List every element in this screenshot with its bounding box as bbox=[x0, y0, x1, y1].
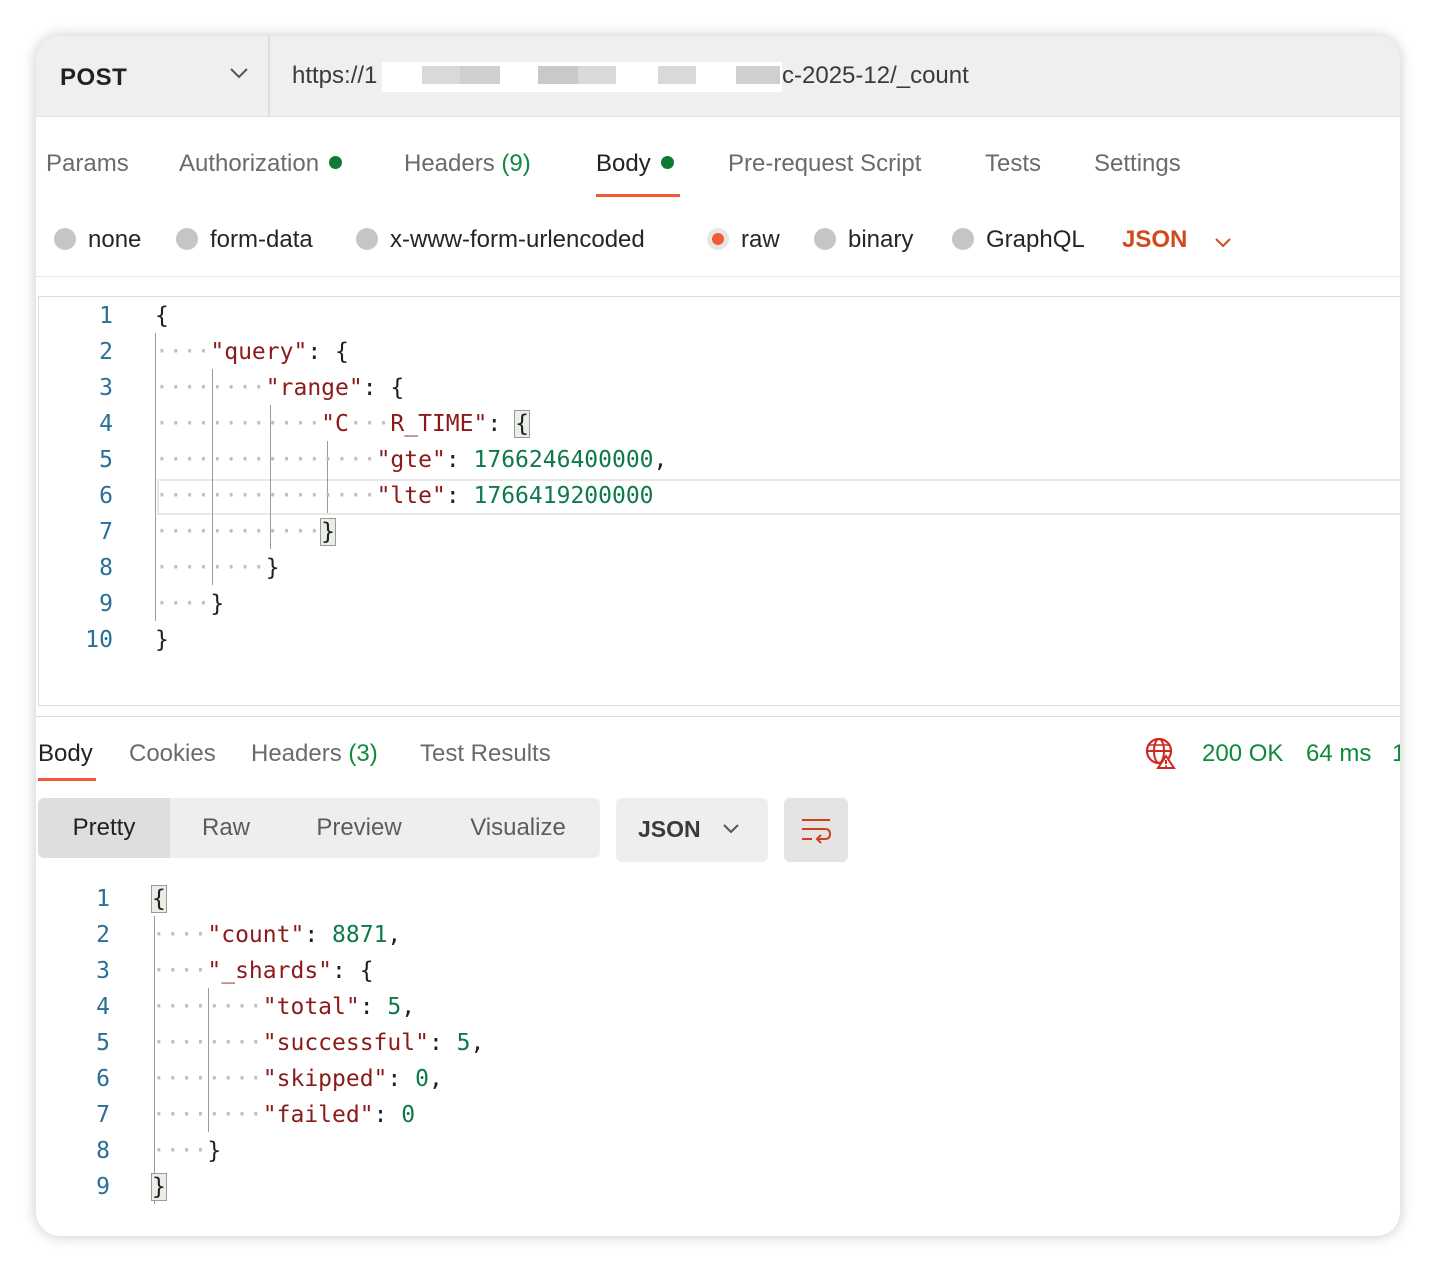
response-size-cut: 1 bbox=[1392, 740, 1400, 767]
line-number: 6 bbox=[96, 1066, 110, 1092]
view-pretty-button[interactable]: Pretty bbox=[38, 798, 170, 858]
radio-none[interactable]: none bbox=[54, 226, 141, 254]
body-type-selector: none form-data x-www-form-urlencoded raw… bbox=[36, 216, 1400, 277]
code-line: } bbox=[155, 627, 169, 653]
radio-circle bbox=[356, 228, 378, 250]
request-body-editor[interactable]: 1 2 3 4 5 6 7 8 9 10 { ····"query": { ··… bbox=[38, 296, 1400, 706]
chevron-down-icon bbox=[230, 68, 248, 79]
chevron-down-icon[interactable] bbox=[1212, 232, 1234, 254]
radio-binary[interactable]: binary bbox=[814, 226, 913, 254]
code-line: ····"query": { bbox=[155, 339, 349, 365]
code-line: ····"_shards": { bbox=[152, 958, 374, 984]
body-format-dropdown[interactable]: JSON bbox=[1122, 226, 1187, 254]
tab-cookies[interactable]: Cookies bbox=[129, 740, 216, 768]
line-number: 7 bbox=[96, 1102, 110, 1128]
line-number: 5 bbox=[96, 1030, 110, 1056]
line-number: 1 bbox=[96, 886, 110, 912]
code-line: } bbox=[151, 1173, 167, 1201]
code-line: ········} bbox=[155, 555, 280, 581]
code-line: ····} bbox=[152, 1138, 222, 1164]
code-line: ················"gte": 1766246400000, bbox=[155, 447, 668, 473]
line-number: 1 bbox=[99, 303, 113, 329]
code-line: { bbox=[155, 303, 169, 329]
url-redaction bbox=[382, 62, 782, 92]
url-bar: POST https://1 c-2025-12/_count bbox=[36, 36, 1400, 117]
radio-circle bbox=[176, 228, 198, 250]
postman-window: POST https://1 c-2025-12/_count Params A… bbox=[36, 36, 1400, 1236]
tab-tests[interactable]: Tests bbox=[985, 150, 1041, 178]
wrap-lines-icon bbox=[802, 819, 832, 844]
line-number: 4 bbox=[99, 411, 113, 437]
method-label: POST bbox=[60, 64, 128, 91]
view-preview-button[interactable]: Preview bbox=[282, 798, 436, 858]
line-number: 5 bbox=[99, 447, 113, 473]
tab-response-body[interactable]: Body bbox=[38, 740, 93, 768]
tab-authorization[interactable]: Authorization bbox=[179, 150, 343, 178]
status-dot bbox=[329, 156, 343, 169]
code-line: ········"successful": 5, bbox=[152, 1030, 485, 1056]
tab-body[interactable]: Body bbox=[596, 150, 674, 178]
radio-form-data[interactable]: form-data bbox=[176, 226, 313, 254]
radio-circle bbox=[814, 228, 836, 250]
request-tabs: Params Authorization Headers (9) Body Pr… bbox=[36, 136, 1400, 200]
response-divider bbox=[36, 716, 1400, 717]
view-visualize-button[interactable]: Visualize bbox=[436, 798, 600, 858]
method-dropdown[interactable]: POST bbox=[38, 36, 270, 116]
indent-guide bbox=[212, 369, 213, 585]
tab-response-headers[interactable]: Headers (3) bbox=[251, 740, 378, 768]
wrap-lines-button[interactable] bbox=[784, 798, 848, 862]
line-number: 8 bbox=[96, 1138, 110, 1164]
radio-graphql[interactable]: GraphQL bbox=[952, 226, 1085, 254]
response-tabs: Body Cookies Headers (3) Test Results 20… bbox=[36, 726, 1400, 790]
line-number: 6 bbox=[99, 483, 113, 509]
tab-settings[interactable]: Settings bbox=[1094, 150, 1181, 178]
line-number: 3 bbox=[99, 375, 113, 401]
view-raw-button[interactable]: Raw bbox=[170, 798, 282, 858]
line-number: 9 bbox=[96, 1174, 110, 1200]
line-number: 2 bbox=[96, 922, 110, 948]
line-number: 10 bbox=[85, 627, 113, 653]
code-line: ············} bbox=[155, 518, 337, 546]
line-number: 8 bbox=[99, 555, 113, 581]
tab-params[interactable]: Params bbox=[46, 150, 129, 178]
line-number: 2 bbox=[99, 339, 113, 365]
radio-circle bbox=[952, 228, 974, 250]
active-tab-underline bbox=[38, 778, 96, 781]
active-tab-underline bbox=[596, 194, 680, 197]
line-number: 3 bbox=[96, 958, 110, 984]
status-dot bbox=[660, 156, 674, 169]
code-line: ········"skipped": 0, bbox=[152, 1066, 443, 1092]
response-format-label: JSON bbox=[638, 816, 701, 842]
code-line: ········"failed": 0 bbox=[152, 1102, 416, 1128]
code-line: ········"range": { bbox=[155, 375, 405, 401]
code-line: { bbox=[151, 885, 167, 913]
tab-headers[interactable]: Headers (9) bbox=[404, 150, 531, 178]
code-line: ················"lte": 1766419200000 bbox=[155, 483, 654, 509]
view-mode-selector: Pretty Raw Preview Visualize bbox=[38, 798, 600, 858]
radio-circle-selected bbox=[707, 228, 729, 250]
radio-x-www-form-urlencoded[interactable]: x-www-form-urlencoded bbox=[356, 226, 645, 254]
tab-pre-request-script[interactable]: Pre-request Script bbox=[728, 150, 921, 178]
url-prefix: https://1 bbox=[292, 62, 378, 89]
line-number: 7 bbox=[99, 519, 113, 545]
code-line: ············"C···R_TIME": { bbox=[155, 410, 530, 438]
url-suffix: c-2025-12/_count bbox=[782, 62, 969, 89]
line-number: 4 bbox=[96, 994, 110, 1020]
line-number: 9 bbox=[99, 591, 113, 617]
response-time: 64 ms bbox=[1306, 740, 1372, 767]
code-line: ····} bbox=[155, 591, 225, 617]
chevron-down-icon bbox=[723, 824, 739, 834]
tab-test-results[interactable]: Test Results bbox=[420, 740, 551, 768]
response-format-dropdown[interactable]: JSON bbox=[616, 798, 768, 862]
code-line: ····"count": 8871, bbox=[152, 922, 402, 948]
status-code: 200 OK bbox=[1202, 740, 1284, 767]
radio-circle bbox=[54, 228, 76, 250]
code-line: ········"total": 5, bbox=[152, 994, 416, 1020]
globe-warning-icon[interactable] bbox=[1144, 736, 1178, 770]
radio-raw[interactable]: raw bbox=[707, 226, 780, 254]
response-body-viewer[interactable]: 1 2 3 4 5 6 7 8 9 { ····"count": 8871, ·… bbox=[36, 880, 1400, 1220]
